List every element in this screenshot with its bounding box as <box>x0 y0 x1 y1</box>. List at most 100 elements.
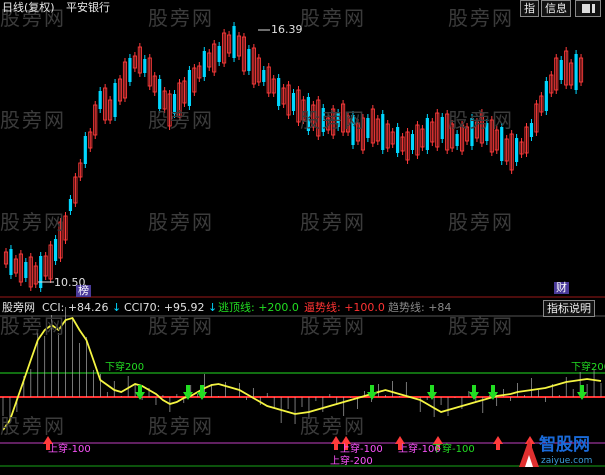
up-arrow-icon <box>493 436 503 444</box>
high-price-label: 16.39 <box>271 23 303 36</box>
force-line-label: 逼势线: <box>304 301 341 314</box>
up-arrow-icon <box>433 436 443 444</box>
force-line-readout: 逼势线: +100.0 <box>304 301 385 314</box>
cci70-label: CCI70: <box>124 301 161 314</box>
info-button[interactable]: 信息 <box>541 0 571 17</box>
down-arrow-icon <box>430 385 434 392</box>
chart-canvas <box>0 22 605 467</box>
watermark: 股旁网 <box>448 314 514 338</box>
watermark: 股旁网 <box>0 314 66 338</box>
panel-icon <box>582 4 595 13</box>
candle-body <box>440 117 444 139</box>
candle-body <box>544 81 548 111</box>
candle-body <box>514 138 519 162</box>
watermark: 股旁网 <box>300 6 366 30</box>
candle-body <box>9 249 13 275</box>
logo-text: 智股网 <box>539 435 590 455</box>
watermark: 股旁网 <box>0 108 66 132</box>
watermark: 股旁网 <box>300 108 366 132</box>
candle-body <box>425 118 429 150</box>
down-arrow-icon <box>580 385 584 392</box>
candle-body <box>83 136 87 164</box>
watermark: 股旁网 <box>148 414 214 438</box>
up-arrow-icon <box>334 444 338 450</box>
watermark: 股旁网 <box>0 210 66 234</box>
escape-top-line-value: +200.0 <box>258 301 299 314</box>
cci70-value: +95.92 <box>163 301 205 314</box>
candle-body <box>455 134 459 146</box>
watermark: 股旁网 <box>148 314 214 338</box>
down-arrow-icon <box>138 385 142 392</box>
watermark: 股旁网 <box>148 108 214 132</box>
watermark: 股旁网 <box>448 6 514 30</box>
event-tag[interactable]: 榜 <box>76 285 91 297</box>
cross-label: 上穿-100 <box>340 444 383 455</box>
indicator-button[interactable]: 指 <box>520 0 539 17</box>
down-arrow-icon <box>472 385 476 392</box>
chart-stage[interactable]: 股旁网 股旁网 股旁网 股旁网 股旁网 股旁网 股旁网 股旁网 股旁网 股旁网 … <box>0 0 605 471</box>
candle-body <box>410 134 415 150</box>
toggle-panel-button[interactable] <box>575 0 601 17</box>
escape-top-line-label: 逃顶线: <box>218 301 255 314</box>
stock-name: 平安银行 <box>66 1 110 14</box>
candle-body <box>277 78 281 106</box>
cci-readout: CCI: +84.26 ↓ <box>42 301 121 314</box>
candle-body <box>113 83 117 117</box>
candle-body <box>68 199 73 211</box>
candle-body <box>39 256 43 288</box>
candle-body <box>232 26 236 58</box>
candle-body <box>262 70 266 82</box>
down-arrow-icon: ↓ <box>112 301 122 314</box>
price-candles <box>3 22 584 292</box>
cci-value: +84.26 <box>67 301 109 314</box>
cci-label: CCI: <box>42 301 65 314</box>
candle-body <box>202 51 206 77</box>
candle-body <box>217 46 221 62</box>
cross-label: 上穿-200 <box>330 456 373 467</box>
candle-body <box>98 91 102 109</box>
site-logo: 智股网 zaiyue.com <box>517 435 603 469</box>
watermark: 股旁网 <box>0 414 66 438</box>
candle-body <box>396 127 400 153</box>
watermark: 股旁网 <box>300 210 366 234</box>
cross-label: 下穿200 <box>105 362 145 373</box>
down-arrow-icon <box>491 385 495 392</box>
trend-line-value: +84 <box>428 301 452 314</box>
force-line-value: +100.0 <box>344 301 385 314</box>
watermark: 股旁网 <box>448 210 514 234</box>
down-arrow-icon <box>186 385 190 392</box>
indicator-explain-button[interactable]: 指标说明 <box>543 300 595 317</box>
period-label[interactable]: 日线(复权) <box>2 1 55 14</box>
watermark: 股旁网 <box>300 314 366 338</box>
down-arrow-icon: ↓ <box>208 301 218 314</box>
candle-body <box>128 58 132 82</box>
candle-body <box>366 118 370 138</box>
finance-tag[interactable]: 财 <box>554 282 569 294</box>
candle-body <box>291 93 296 111</box>
escape-top-line-readout: 逃顶线: +200.0 <box>218 301 299 314</box>
cross-label: 下穿200 <box>571 362 605 373</box>
candle-body <box>187 70 192 106</box>
candle-body <box>24 262 28 278</box>
indicator-name: 股旁网 <box>2 301 35 314</box>
candle-body <box>559 60 563 80</box>
candle-body <box>574 54 578 90</box>
candle-body <box>381 114 385 150</box>
up-arrow-icon <box>496 444 500 450</box>
cross-label: 下穿-100 <box>432 444 475 455</box>
candle-body <box>529 123 534 137</box>
watermark: 股旁网 <box>300 414 366 438</box>
watermark: 股旁网 <box>148 210 214 234</box>
candle-body <box>53 239 58 261</box>
trend-line-label: 趋势线: <box>388 301 425 314</box>
cross-label: 上穿-100 <box>48 444 91 455</box>
logo-url: zaiyue.com <box>541 456 593 466</box>
down-arrow-icon <box>200 385 204 392</box>
cci70-readout: CCI70: +95.92 ↓ <box>124 301 217 314</box>
up-arrow-icon <box>395 436 405 444</box>
watermark: 股旁网 <box>148 6 214 30</box>
candle-body <box>143 59 147 73</box>
watermark: 股旁网 <box>448 108 514 132</box>
down-arrow-icon <box>370 385 374 392</box>
candle-body <box>247 49 251 71</box>
